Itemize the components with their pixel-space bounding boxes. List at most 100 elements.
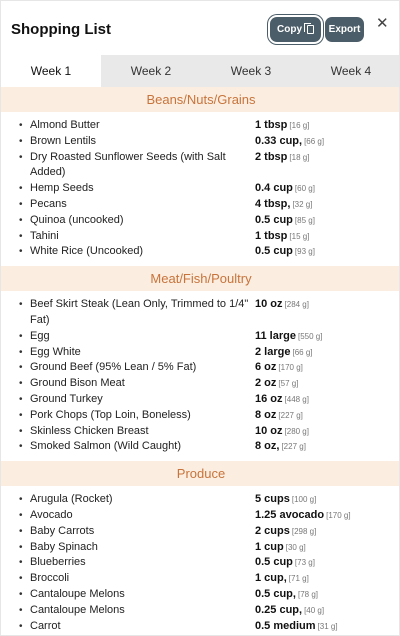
bullet-icon: • [19, 525, 23, 537]
list-item: • Baby Spinach 1 cup [30 g] [1, 540, 399, 556]
item-quantity-grams: [15 g] [289, 231, 310, 241]
item-quantity-amount: 0.5 cup [255, 213, 293, 226]
item-list: • Almond Butter 1 tbsp [16 g] • Brown Lentils… [1, 112, 399, 266]
tab-week-1[interactable]: Week 1 [1, 55, 101, 87]
item-quantity: 5 cups [100 g] [255, 492, 399, 508]
shopping-list-content[interactable]: Beans/Nuts/Grains • Almond Butter 1 tbsp [16… [1, 87, 399, 635]
item-name: Ground Beef (95% Lean / 5% Fat) [30, 361, 197, 374]
item-quantity-grams: [78 g] [297, 589, 318, 599]
bullet-icon: • [19, 393, 23, 405]
copy-icon [304, 23, 314, 34]
item-name: Quinoa (uncooked) [30, 213, 124, 226]
bullet-icon: • [19, 573, 23, 585]
list-item: • Pork Chops (Top Loin, Boneless) 8 oz [227… [1, 408, 399, 424]
bullet-icon: • [19, 135, 23, 147]
item-quantity: 1 tbsp [16 g] [255, 118, 399, 134]
item-quantity-grams: [227 g] [281, 442, 306, 452]
list-item: • Arugula (Rocket) 5 cups [100 g] [1, 492, 399, 508]
bullet-icon: • [19, 299, 23, 311]
item-quantity-amount: 2 tbsp [255, 150, 288, 163]
bullet-icon: • [19, 330, 23, 342]
item-quantity-grams: [284 g] [284, 300, 309, 310]
section-header: Produce [1, 461, 399, 487]
item-quantity: 2 tbsp [18 g] [255, 150, 399, 166]
list-item: • Brown Lentils 0.33 cup, [66 g] [1, 134, 399, 150]
item-name: Hemp Seeds [30, 182, 94, 195]
item-quantity-grams: [448 g] [284, 394, 309, 404]
item-quantity-grams: [16 g] [289, 121, 310, 130]
item-quantity-amount: 0.4 cup [255, 182, 293, 195]
list-item: • Pecans 4 tbsp, [32 g] [1, 197, 399, 213]
item-quantity-grams: [60 g] [294, 184, 315, 194]
item-quantity: 6 oz [170 g] [255, 360, 399, 376]
item-quantity-amount: 0.5 cup, [255, 587, 296, 600]
item-quantity-amount: 2 large [255, 345, 291, 358]
item-quantity-amount: 10 oz [255, 298, 283, 311]
bullet-icon: • [19, 151, 23, 163]
list-item: • Beef Skirt Steak (Lean Only, Trimmed to… [1, 297, 399, 329]
bullet-icon: • [19, 346, 23, 358]
item-name: Blueberries [30, 556, 86, 569]
tab-week-4[interactable]: Week 4 [301, 55, 399, 87]
bullet-icon: • [19, 120, 23, 131]
item-name: Arugula (Rocket) [30, 493, 113, 506]
item-quantity-amount: 1 cup, [255, 572, 287, 585]
item-quantity-amount: 1.25 avocado [255, 508, 325, 521]
item-quantity: 0.5 medium [31 g] [255, 619, 399, 635]
copy-button[interactable]: Copy [270, 17, 321, 42]
item-quantity-grams: [66 g] [304, 136, 325, 146]
item-quantity-grams: [71 g] [288, 574, 309, 584]
item-quantity-grams: [30 g] [285, 542, 306, 552]
item-quantity: 0.5 cup [85 g] [255, 213, 399, 229]
list-item: • Cantaloupe Melons 0.5 cup, [78 g] [1, 587, 399, 603]
item-quantity-grams: [57 g] [278, 379, 299, 389]
export-button[interactable]: Export [325, 17, 364, 42]
item-quantity-grams: [85 g] [294, 215, 315, 225]
item-name: Brown Lentils [30, 134, 97, 147]
item-quantity-grams: [73 g] [294, 558, 315, 568]
bullet-icon: • [19, 183, 23, 195]
item-list: • Beef Skirt Steak (Lean Only, Trimmed to… [1, 291, 399, 461]
close-icon[interactable]: ✕ [376, 14, 389, 32]
item-name: Tahini [30, 229, 59, 242]
bullet-icon: • [19, 441, 23, 453]
item-quantity: 4 tbsp, [32 g] [255, 197, 399, 213]
item-quantity-grams: [66 g] [292, 347, 313, 357]
item-quantity-amount: 0.5 cup [255, 556, 293, 569]
item-quantity-grams: [280 g] [284, 426, 309, 436]
list-item: • Baby Carrots 2 cups [298 g] [1, 524, 399, 540]
section-header: Beans/Nuts/Grains [1, 87, 399, 112]
item-quantity-grams: [550 g] [297, 331, 323, 341]
tab-week-3[interactable]: Week 3 [201, 55, 301, 87]
item-quantity: 0.4 cup [60 g] [255, 181, 399, 197]
item-quantity-grams: [170 g] [326, 510, 351, 520]
item-quantity-grams: [32 g] [292, 199, 313, 209]
item-quantity-grams: [170 g] [278, 363, 303, 373]
list-item: • Broccoli 1 cup, [71 g] [1, 571, 399, 587]
bullet-icon: • [19, 198, 23, 210]
item-quantity-grams: [18 g] [289, 152, 310, 162]
shopping-list-modal: Shopping List Copy Export ✕ Week 1 Week … [0, 0, 400, 636]
item-quantity: 2 cups [298 g] [255, 524, 399, 540]
item-name: Pecans [30, 197, 67, 210]
item-quantity-amount: 2 cups [255, 524, 290, 537]
list-item: • Ground Beef (95% Lean / 5% Fat) 6 oz [170… [1, 360, 399, 376]
item-name: Carrot [30, 619, 61, 632]
bullet-icon: • [19, 620, 23, 632]
item-name: Ground Bison Meat [30, 377, 125, 390]
item-quantity: 10 oz [280 g] [255, 424, 399, 440]
item-quantity-amount: 1 cup [255, 540, 284, 553]
item-quantity: 2 oz [57 g] [255, 376, 399, 392]
item-name: Almond Butter [30, 119, 100, 131]
tab-week-2[interactable]: Week 2 [101, 55, 201, 87]
bullet-icon: • [19, 494, 23, 506]
item-quantity-grams: [40 g] [304, 605, 325, 615]
item-quantity-grams: [100 g] [291, 495, 317, 505]
item-quantity: 8 oz [227 g] [255, 408, 399, 424]
item-quantity-amount: 16 oz [255, 392, 283, 405]
bullet-icon: • [19, 362, 23, 374]
week-tabs: Week 1 Week 2 Week 3 Week 4 [1, 55, 399, 87]
item-name: Beef Skirt Steak (Lean Only, Trimmed to … [30, 298, 249, 326]
item-quantity-grams: [227 g] [278, 410, 303, 420]
item-quantity-amount: 10 oz [255, 424, 283, 437]
